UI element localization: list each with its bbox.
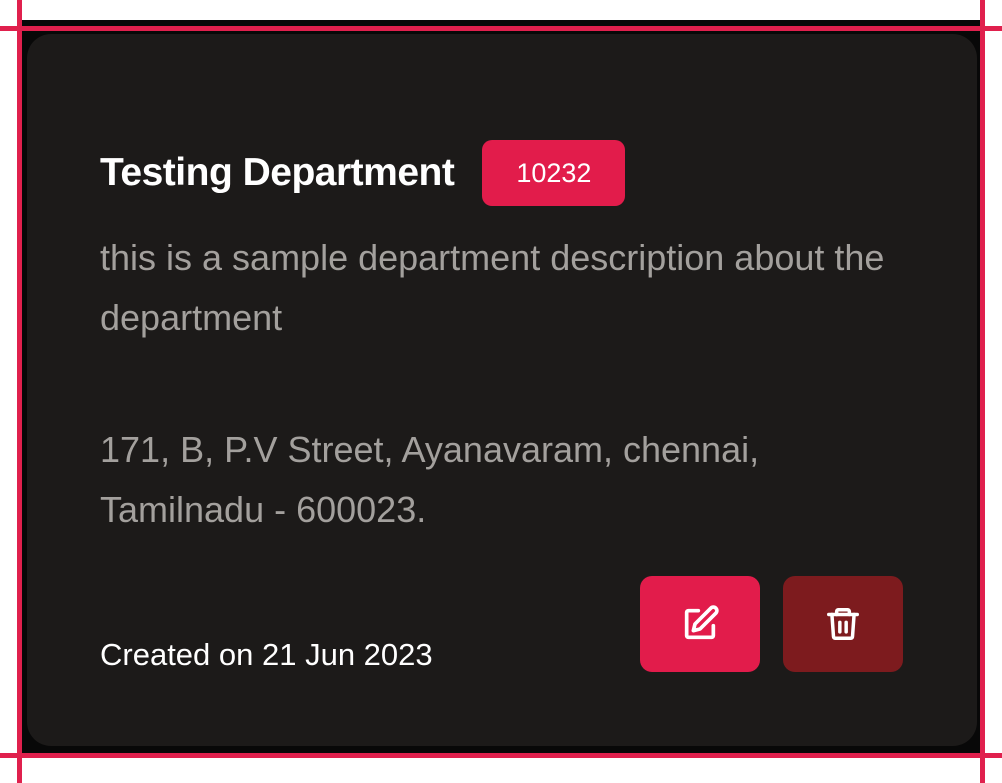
guide-line-bottom — [0, 753, 1002, 758]
edit-button[interactable] — [640, 576, 760, 672]
delete-button[interactable] — [783, 576, 903, 672]
created-date: Created on 21 Jun 2023 — [100, 637, 433, 672]
guide-line-left — [17, 0, 22, 783]
department-card: Testing Department 10232 this is a sampl… — [27, 34, 977, 746]
guide-line-right — [980, 0, 985, 783]
department-description: this is a sample department description … — [100, 237, 885, 338]
department-name: Testing Department — [100, 151, 455, 194]
department-code-badge: 10232 — [482, 140, 626, 206]
edit-icon — [680, 604, 720, 644]
canvas: Testing Department 10232 this is a sampl… — [0, 0, 1002, 783]
trash-icon — [824, 604, 862, 644]
department-address: 171, B, P.V Street, Ayanavaram, chennai,… — [100, 429, 760, 530]
guide-line-top — [0, 26, 1002, 31]
department-header: Testing Department 10232 — [100, 140, 626, 206]
